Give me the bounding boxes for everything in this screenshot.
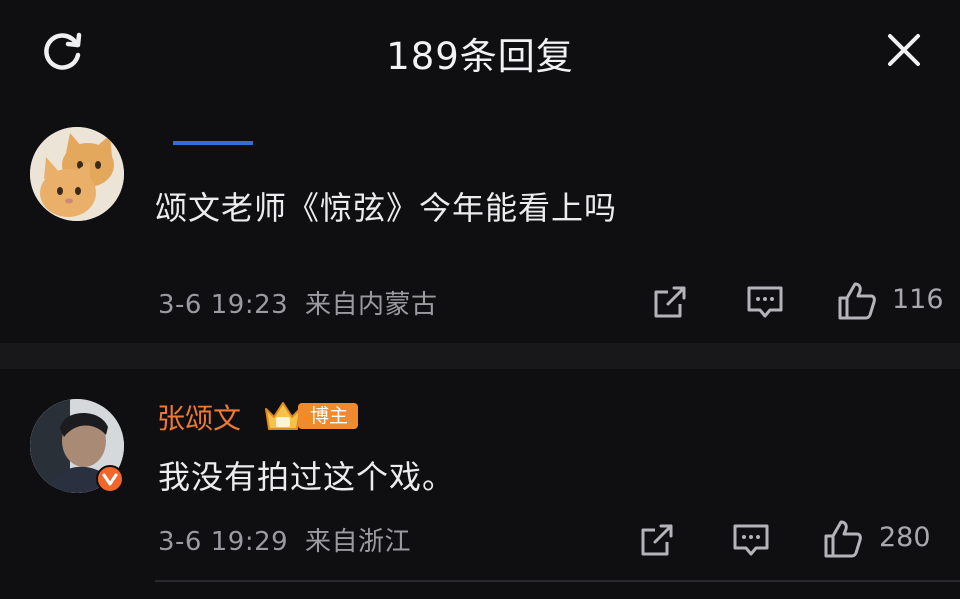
comment-item: 颂文老师《惊弦》今年能看上吗 3-6 19:23 来自内蒙古 116 <box>0 100 960 342</box>
comment-text: 颂文老师《惊弦》今年能看上吗 <box>155 189 618 227</box>
username-tag <box>173 140 253 145</box>
comment-meta: 3-6 19:23 来自内蒙古 <box>158 284 437 321</box>
comment-time: 3-6 19:23 <box>158 290 289 320</box>
like-count: 116 <box>892 284 944 315</box>
badge-label: 博主 <box>298 403 359 429</box>
list-divider <box>155 580 960 582</box>
author-badge: 博主 <box>262 399 359 433</box>
like-icon[interactable] <box>822 518 864 560</box>
comment-item: 张颂文 博主 我没有拍过这个戏。 3-6 19:29 来自浙江 280 <box>0 370 960 599</box>
header: 189条回复 <box>0 0 960 100</box>
comment-icon[interactable] <box>731 520 771 560</box>
comment-location: 来自内蒙古 <box>304 290 438 320</box>
like-count: 280 <box>879 522 931 553</box>
like-icon[interactable] <box>836 280 878 322</box>
comment-text: 我没有拍过这个戏。 <box>158 458 456 496</box>
share-icon[interactable] <box>637 520 677 560</box>
comment-icon[interactable] <box>745 282 785 322</box>
author-username[interactable]: 张颂文 <box>157 397 241 437</box>
share-icon[interactable] <box>650 282 690 322</box>
close-icon[interactable] <box>884 30 924 70</box>
cat-avatar[interactable] <box>30 127 124 221</box>
page-title: 189条回复 <box>386 35 574 78</box>
comment-meta: 3-6 19:29 来自浙江 <box>158 521 411 558</box>
comment-time: 3-6 19:29 <box>158 527 289 557</box>
comment-location: 来自浙江 <box>304 527 411 557</box>
verified-icon <box>96 465 124 493</box>
section-divider <box>0 343 960 369</box>
username[interactable] <box>155 140 253 162</box>
